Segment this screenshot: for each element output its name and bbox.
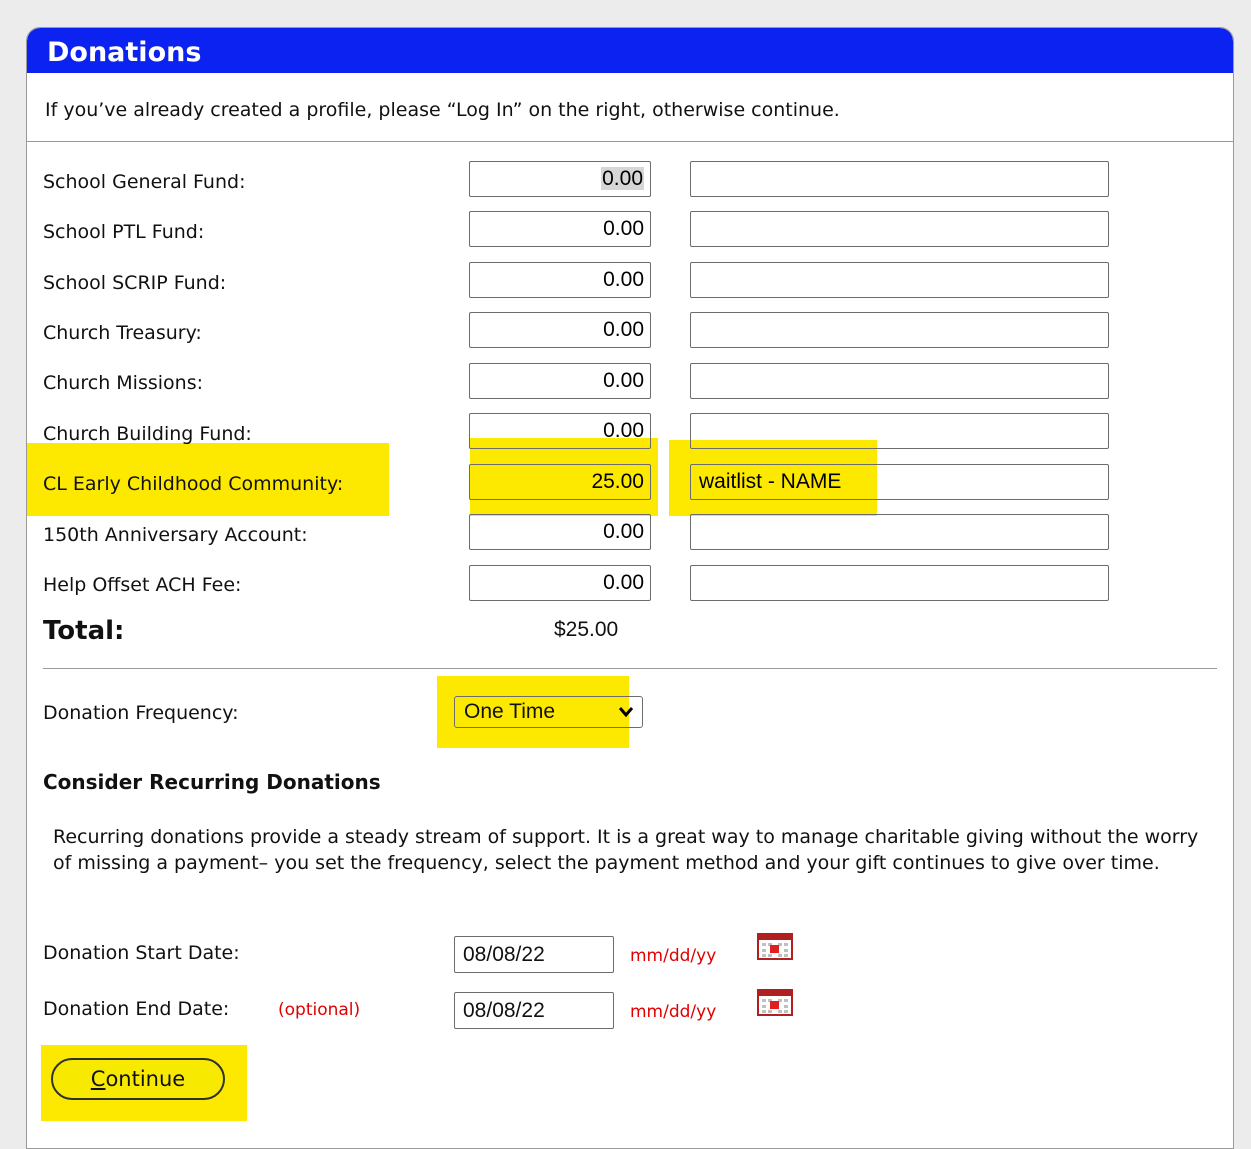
fund-amount-input[interactable]: 0.00: [469, 262, 651, 298]
divider: [27, 141, 1233, 142]
fund-memo-input[interactable]: [690, 211, 1109, 247]
continue-button[interactable]: Continue: [51, 1058, 225, 1100]
continue-button-label: ontinue: [105, 1067, 186, 1091]
recurring-description: Recurring donations provide a steady str…: [53, 826, 1199, 874]
fund-amount-input[interactable]: 0.00: [469, 413, 651, 449]
fund-memo-input[interactable]: [690, 565, 1109, 601]
fund-memo-input[interactable]: [690, 413, 1109, 449]
fund-memo-input[interactable]: [690, 161, 1109, 197]
donations-panel: Donations If you’ve already created a pr…: [26, 27, 1234, 1149]
fund-amount-input[interactable]: 0.00: [469, 211, 651, 247]
fund-amount-input[interactable]: 0.00: [469, 514, 651, 550]
fund-memo-input[interactable]: [690, 262, 1109, 298]
fund-label: Help Offset ACH Fee:: [43, 574, 242, 596]
fund-label: School General Fund:: [43, 171, 246, 193]
end-date-format-hint: mm/dd/yy: [630, 1002, 717, 1022]
fund-label: School PTL Fund:: [43, 221, 205, 243]
end-date-label: Donation End Date:: [43, 998, 230, 1020]
fund-label: Church Missions:: [43, 372, 203, 394]
end-date-input[interactable]: 08/08/22: [454, 992, 614, 1029]
fund-label: 150th Anniversary Account:: [43, 524, 308, 546]
fund-amount-input[interactable]: 0.00: [469, 363, 651, 399]
fund-amount-input[interactable]: 25.00: [469, 464, 651, 500]
frequency-select[interactable]: One Time: [454, 696, 643, 728]
intro-text: If you’ve already created a profile, ple…: [45, 99, 840, 121]
fund-label: School SCRIP Fund:: [43, 272, 227, 294]
divider: [43, 668, 1217, 669]
fund-memo-input[interactable]: [690, 312, 1109, 348]
calendar-icon[interactable]: [757, 933, 793, 960]
fund-amount-input[interactable]: 0.00: [469, 161, 651, 197]
fund-label: Church Building Fund:: [43, 423, 252, 445]
frequency-label: Donation Frequency:: [43, 702, 239, 724]
start-date-format-hint: mm/dd/yy: [630, 946, 717, 966]
chevron-down-icon: [618, 707, 634, 718]
fund-amount-input[interactable]: 0.00: [469, 312, 651, 348]
start-date-input[interactable]: 08/08/22: [454, 936, 614, 973]
continue-access-key: C: [90, 1067, 106, 1091]
panel-title: Donations: [47, 37, 202, 68]
calendar-icon[interactable]: [757, 989, 793, 1016]
total-value: $25.00: [554, 618, 619, 641]
panel-header: Donations: [27, 28, 1233, 73]
fund-amount-value: 0.00: [601, 167, 644, 190]
fund-memo-input[interactable]: [690, 514, 1109, 550]
fund-label: CL Early Childhood Community:: [43, 473, 344, 495]
fund-memo-input[interactable]: [690, 363, 1109, 399]
total-label: Total:: [43, 616, 125, 646]
fund-memo-input[interactable]: waitlist - NAME: [690, 464, 1109, 500]
end-date-optional-note: (optional): [278, 1000, 361, 1020]
frequency-selected-value: One Time: [464, 700, 556, 723]
start-date-label: Donation Start Date:: [43, 942, 240, 964]
recurring-title: Consider Recurring Donations: [43, 770, 381, 794]
fund-amount-input[interactable]: 0.00: [469, 565, 651, 601]
fund-label: Church Treasury:: [43, 322, 202, 344]
